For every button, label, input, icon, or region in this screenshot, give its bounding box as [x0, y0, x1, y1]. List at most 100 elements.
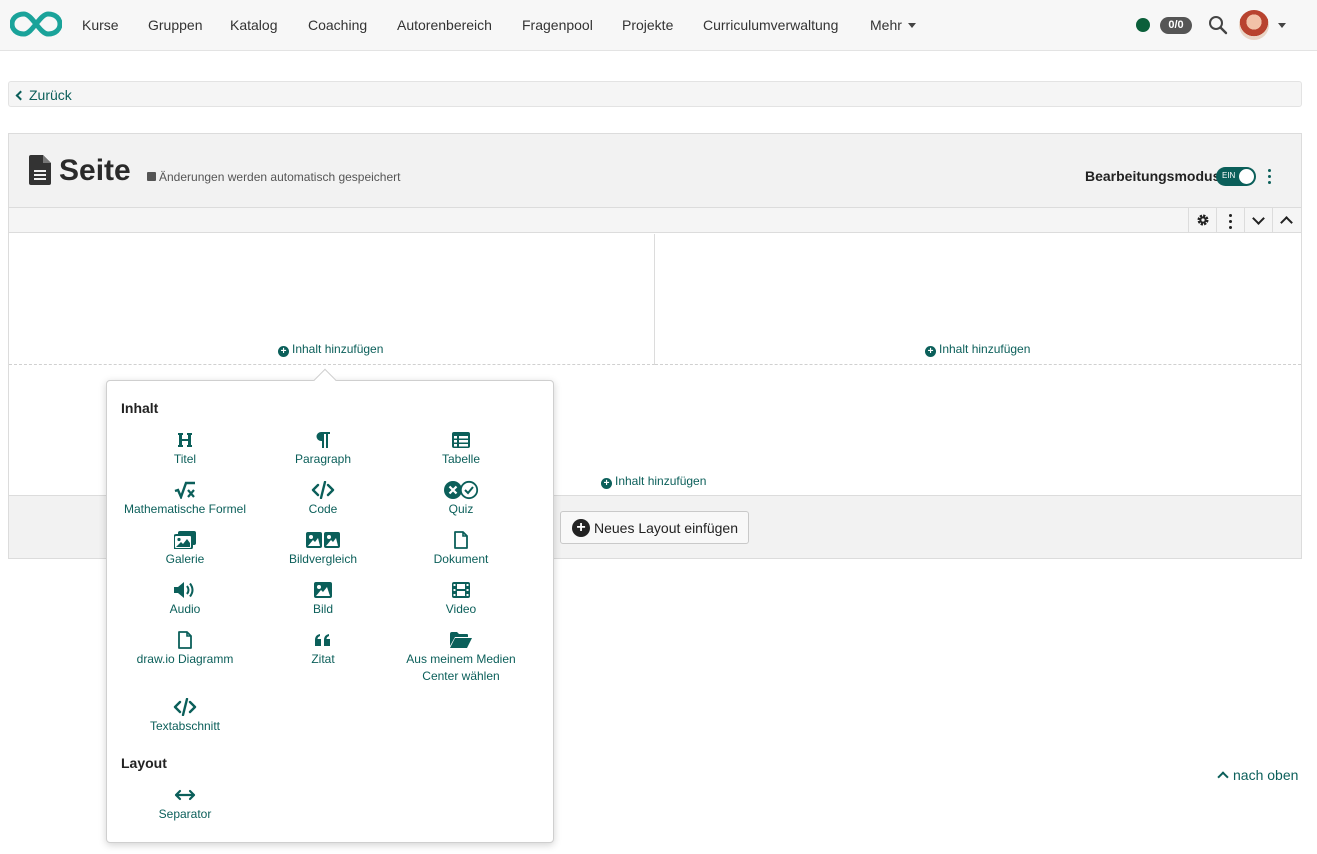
item-label: Titel	[173, 452, 197, 466]
add-video-item[interactable]: Video	[392, 579, 530, 618]
nav-item-mehr[interactable]: Mehr	[870, 17, 916, 33]
section-heading-layout: Layout	[121, 755, 167, 771]
folder-open-icon	[450, 632, 472, 648]
item-label: Tabelle	[441, 452, 481, 466]
avatar[interactable]	[1239, 10, 1269, 40]
add-document-item[interactable]: Dokument	[392, 529, 530, 568]
add-separator-item[interactable]: Separator	[116, 784, 254, 823]
logo-icon[interactable]	[10, 10, 62, 38]
page-header: Seite Änderungen werden automatisch gesp…	[9, 134, 1301, 208]
add-content-link[interactable]: + Inhalt hinzufügen	[278, 342, 383, 357]
nav-item-kurse[interactable]: Kurse	[82, 17, 119, 33]
add-content-label: Inhalt hinzufügen	[615, 474, 707, 488]
add-content-link[interactable]: + Inhalt hinzufügen	[925, 342, 1031, 357]
item-label: Quiz	[448, 502, 474, 516]
add-content-popover: Inhalt Titel Paragraph Tabelle Mathemati…	[106, 380, 554, 843]
back-label: Zurück	[29, 87, 72, 103]
plus-circle-icon: +	[278, 346, 289, 357]
plus-circle-icon: +	[601, 478, 612, 489]
page-more-icon[interactable]	[1268, 169, 1272, 187]
nav-item-fragenpool[interactable]: Fragenpool	[522, 17, 593, 33]
item-label: Dokument	[433, 552, 489, 566]
top-navigation: Kurse Gruppen Katalog Coaching Autorenbe…	[0, 0, 1317, 51]
nav-item-coaching[interactable]: Coaching	[308, 17, 367, 33]
nav-item-gruppen[interactable]: Gruppen	[148, 17, 202, 33]
film-icon	[452, 582, 470, 598]
chevron-down-icon	[1252, 212, 1265, 225]
autosave-hint: Änderungen werden automatisch gespeicher…	[147, 170, 401, 184]
item-label: Zitat	[311, 652, 335, 666]
item-label: Textabschnitt	[149, 719, 221, 733]
add-content-link[interactable]: + Inhalt hinzufügen	[601, 474, 707, 489]
item-label: Bildvergleich	[288, 552, 358, 566]
add-paragraph-item[interactable]: Paragraph	[254, 429, 392, 468]
square-root-icon	[174, 481, 195, 499]
user-menu-caret-icon[interactable]	[1278, 23, 1286, 28]
image-compare-icon	[306, 532, 340, 548]
item-label: Video	[445, 602, 477, 616]
online-status-icon[interactable]	[1136, 18, 1150, 32]
new-layout-label: Neues Layout einfügen	[594, 520, 738, 536]
page-title: Seite	[59, 154, 131, 187]
image-icon	[314, 582, 332, 598]
move-up-button[interactable]	[1272, 208, 1300, 233]
plus-circle-icon: +	[572, 519, 590, 537]
file-icon	[454, 531, 468, 549]
add-title-item[interactable]: Titel	[116, 429, 254, 468]
add-code-item[interactable]: Code	[254, 479, 392, 518]
edit-mode-toggle[interactable]: EIN	[1216, 167, 1256, 186]
add-image-compare-item[interactable]: Bildvergleich	[254, 529, 392, 568]
add-audio-item[interactable]: Audio	[116, 579, 254, 618]
plus-circle-icon: +	[925, 346, 936, 357]
back-link[interactable]: Zurück	[15, 87, 72, 103]
add-quote-item[interactable]: Zitat	[254, 629, 392, 668]
back-to-top-label: nach oben	[1233, 767, 1299, 783]
search-icon[interactable]	[1208, 15, 1228, 35]
item-label: draw.io Diagramm	[136, 652, 234, 666]
nav-item-projekte[interactable]: Projekte	[622, 17, 673, 33]
nav-item-curriculumverwaltung[interactable]: Curriculumverwaltung	[703, 17, 838, 33]
add-media-center-item[interactable]: Aus meinem Medien Center wählen	[392, 629, 530, 685]
gear-icon	[1197, 214, 1209, 226]
chevron-up-icon	[1280, 216, 1293, 229]
item-label: Aus meinem Medien Center wählen	[406, 652, 516, 683]
nav-item-mehr-label: Mehr	[870, 17, 902, 33]
nav-item-autorenbereich[interactable]: Autorenbereich	[397, 17, 492, 33]
add-image-item[interactable]: Bild	[254, 579, 392, 618]
caret-down-icon	[907, 23, 916, 28]
layout-more-button[interactable]	[1216, 208, 1244, 233]
nav-item-katalog[interactable]: Katalog	[230, 17, 277, 33]
code-icon	[311, 481, 335, 499]
chevron-left-icon	[15, 90, 26, 101]
arrows-horizontal-icon	[174, 789, 196, 801]
add-drawio-item[interactable]: draw.io Diagramm	[116, 629, 254, 668]
back-to-top-link[interactable]: nach oben	[1217, 767, 1299, 783]
add-quiz-item[interactable]: Quiz	[392, 479, 530, 518]
item-label: Code	[308, 502, 338, 516]
add-content-label: Inhalt hinzufügen	[939, 342, 1031, 356]
edit-mode-label: Bearbeitungsmodus	[1085, 168, 1221, 184]
code-icon	[173, 698, 197, 716]
autosave-hint-text: Änderungen werden automatisch gespeicher…	[159, 170, 401, 184]
chevron-up-icon	[1217, 771, 1229, 783]
layout-cell: + Inhalt hinzufügen	[655, 234, 1301, 365]
item-label: Separator	[158, 807, 212, 821]
add-formula-item[interactable]: Mathematische Formel	[116, 479, 254, 518]
toggle-knob	[1239, 169, 1254, 184]
layout-cell: + Inhalt hinzufügen	[9, 234, 655, 365]
new-layout-button[interactable]: + Neues Layout einfügen	[560, 511, 749, 544]
quiz-icon	[444, 480, 479, 500]
section-heading-content: Inhalt	[121, 400, 159, 416]
layout-toolbar	[9, 208, 1301, 233]
add-gallery-item[interactable]: Galerie	[116, 529, 254, 568]
add-table-item[interactable]: Tabelle	[392, 429, 530, 468]
notification-badge[interactable]: 0/0	[1160, 17, 1192, 34]
move-down-button[interactable]	[1244, 208, 1272, 233]
save-icon	[147, 172, 156, 181]
settings-button[interactable]	[1188, 208, 1216, 233]
add-text-section-item[interactable]: Textabschnitt	[116, 696, 254, 735]
quote-icon	[315, 634, 330, 646]
file-icon	[178, 631, 192, 649]
toggle-text: EIN	[1222, 171, 1236, 180]
item-label: Galerie	[165, 552, 205, 566]
